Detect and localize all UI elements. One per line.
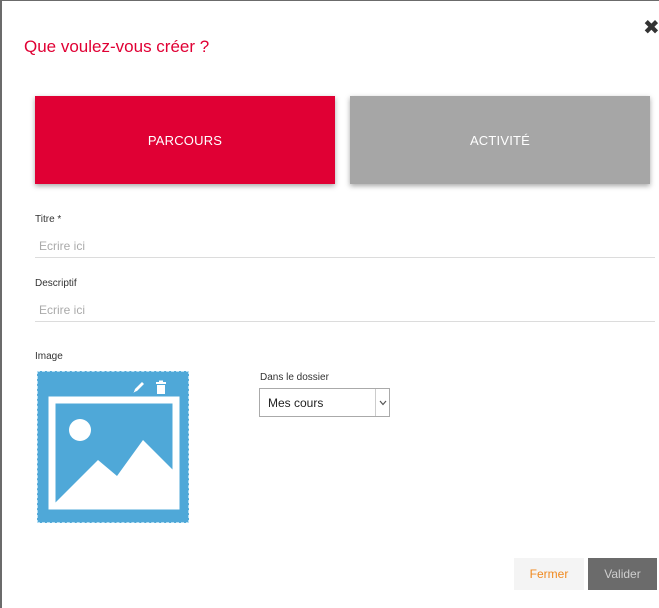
folder-select[interactable]: Mes cours (259, 388, 390, 417)
parcours-button[interactable]: PARCOURS (35, 96, 335, 184)
pencil-icon[interactable] (132, 380, 146, 394)
activite-button[interactable]: ACTIVITÉ (350, 96, 650, 184)
parcours-button-label: PARCOURS (147, 132, 223, 148)
descriptif-label: Descriptif (35, 278, 77, 289)
create-dialog: ✖ Que voulez-vous créer ? PARCOURS ACTIV… (0, 0, 659, 608)
image-placeholder-icon (48, 396, 180, 510)
descriptif-input[interactable] (35, 298, 655, 322)
titre-input[interactable] (35, 234, 655, 258)
chevron-down-icon[interactable] (375, 389, 389, 416)
activite-button-label: ACTIVITÉ (469, 132, 531, 148)
image-label: Image (35, 351, 63, 362)
dialog-title: Que voulez-vous créer ? (24, 37, 210, 56)
valider-button[interactable]: Valider (588, 558, 657, 590)
image-upload-area[interactable] (37, 371, 189, 523)
fermer-button[interactable]: Fermer (514, 558, 584, 590)
titre-label: Titre * (35, 214, 62, 225)
trash-icon[interactable] (154, 380, 168, 394)
folder-select-value: Mes cours (268, 396, 324, 410)
folder-label: Dans le dossier (260, 372, 329, 383)
close-icon[interactable]: ✖ (643, 17, 659, 37)
